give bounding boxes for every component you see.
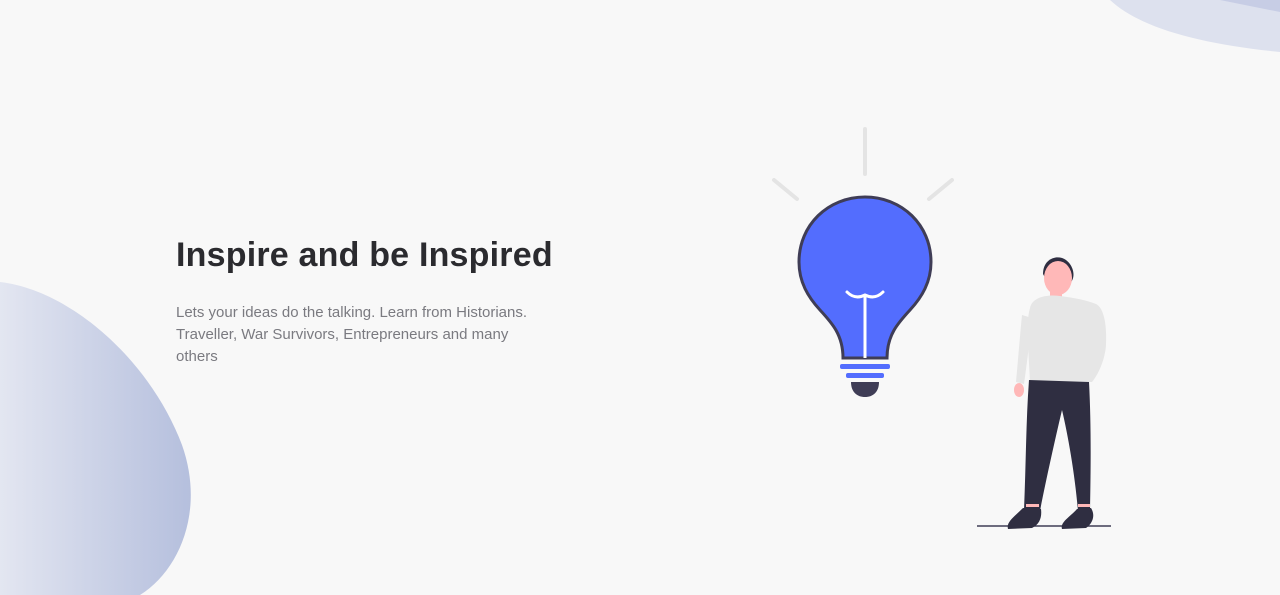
lightbulb-icon [797,195,933,397]
light-rays-icon [772,127,954,201]
hero-section: Inspire and be Inspired Lets your ideas … [176,234,553,368]
hero-title: Inspire and be Inspired [176,236,553,274]
person-figure [977,257,1111,529]
decorative-blob-top-right [1110,0,1280,52]
decorative-blob-left [0,282,191,595]
hero-illustration [772,127,1111,529]
landing-page: Inspire and be Inspired Lets your ideas … [0,0,1280,595]
hero-description: Lets your ideas do the talking. Learn fr… [176,304,528,365]
